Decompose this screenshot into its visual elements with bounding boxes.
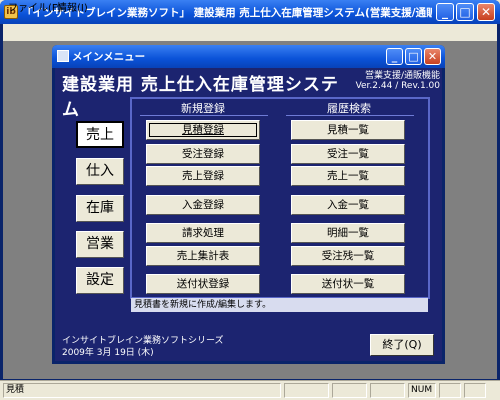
minimize-button[interactable]: _	[436, 3, 454, 21]
main-menu-title: メインメニュー	[72, 51, 146, 63]
statusbar-num: NUM	[408, 383, 436, 398]
maximize-button[interactable]: □	[456, 3, 474, 21]
order-list-button[interactable]: 受注一覧	[291, 144, 405, 164]
tab-settings[interactable]: 設定	[76, 267, 124, 294]
menu-info[interactable]: 情報(I)	[57, 1, 88, 16]
main-menu-icon	[57, 50, 69, 62]
close-button[interactable]: ✕	[477, 3, 495, 21]
detail-list-button[interactable]: 明細一覧	[291, 223, 405, 243]
statusbar-cell-4	[370, 383, 405, 398]
exit-button[interactable]: 終了(Q)	[370, 334, 434, 356]
help-message: 見積書を新規に作成/編集します。	[131, 298, 428, 312]
statusbar-cell-3	[332, 383, 367, 398]
statusbar-cell-7	[464, 383, 486, 398]
shipping-slip-entry-button[interactable]: 送付状登録	[146, 274, 260, 294]
payment-entry-button[interactable]: 入金登録	[146, 195, 260, 215]
main-menu-maximize-button[interactable]: □	[405, 48, 422, 65]
menu-file[interactable]: ファイル(F)	[8, 1, 62, 16]
shipping-slip-list-button[interactable]: 送付状一覧	[291, 274, 405, 294]
system-title: 建設業用 売上仕入在庫管理システム	[62, 75, 339, 120]
order-backlog-list-button[interactable]: 受注残一覧	[291, 246, 405, 266]
edition-label: 営業支援/通販機能	[364, 71, 440, 81]
estimate-entry-button[interactable]: 見積登録	[146, 120, 260, 140]
version-label: Ver.2.44 / Rev.1.00	[355, 81, 440, 91]
tab-sales[interactable]: 売上	[76, 121, 124, 148]
main-menu-close-button[interactable]: ✕	[424, 48, 441, 65]
sales-summary-button[interactable]: 売上集計表	[146, 246, 260, 266]
statusbar-cell-2	[284, 383, 329, 398]
statusbar-cell-6	[439, 383, 461, 398]
tab-sales-support[interactable]: 営業	[76, 231, 124, 258]
order-entry-button[interactable]: 受注登録	[146, 144, 260, 164]
new-registration-header: 新規登録	[181, 102, 225, 115]
tab-inventory[interactable]: 在庫	[76, 195, 124, 222]
menubar	[3, 24, 497, 41]
sales-list-button[interactable]: 売上一覧	[291, 166, 405, 186]
tab-purchase[interactable]: 仕入	[76, 158, 124, 185]
history-search-header: 履歴検索	[327, 102, 371, 115]
new-registration-underline	[140, 115, 268, 116]
current-date: 2009年 3月 19日 (木)	[62, 348, 154, 358]
payment-list-button[interactable]: 入金一覧	[291, 195, 405, 215]
history-search-underline	[286, 115, 414, 116]
statusbar-mode: 見積	[3, 383, 281, 398]
sales-entry-button[interactable]: 売上登録	[146, 166, 260, 186]
estimate-list-button[interactable]: 見積一覧	[291, 120, 405, 140]
billing-process-button[interactable]: 請求処理	[146, 223, 260, 243]
main-menu-minimize-button[interactable]: _	[386, 48, 403, 65]
estimate-entry-label: 見積登録	[182, 124, 224, 136]
